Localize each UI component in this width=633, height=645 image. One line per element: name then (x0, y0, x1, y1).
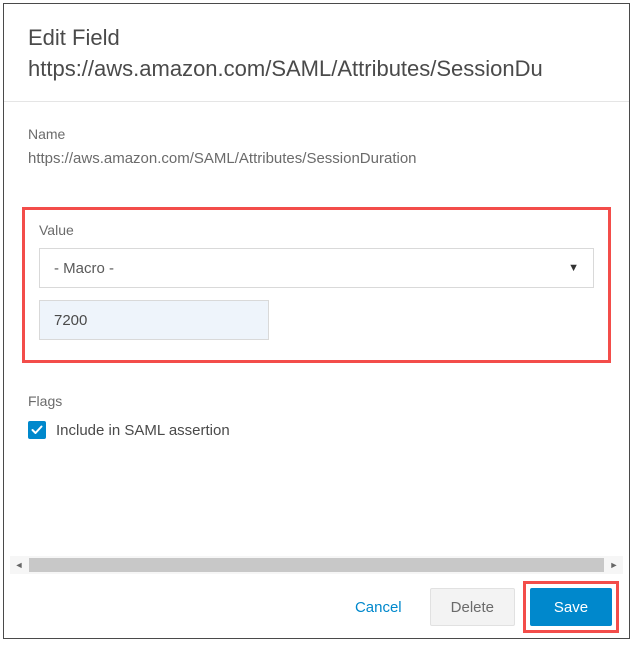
name-label: Name (28, 126, 605, 142)
chevron-down-icon: ▼ (568, 262, 579, 274)
flags-label: Flags (28, 393, 605, 409)
scroll-left-arrow[interactable]: ◄ (10, 556, 28, 574)
delete-button[interactable]: Delete (430, 588, 515, 626)
value-section-highlight: Value - Macro - ▼ (22, 207, 611, 363)
scroll-track[interactable] (29, 558, 604, 572)
save-button-highlight: Save (523, 581, 619, 633)
edit-field-dialog: Edit Field https://aws.amazon.com/SAML/A… (3, 3, 630, 639)
dialog-footer: Cancel Delete Save (4, 576, 629, 638)
dialog-title: Edit Field (28, 24, 605, 53)
dialog-header: Edit Field https://aws.amazon.com/SAML/A… (4, 4, 629, 102)
dialog-subtitle: https://aws.amazon.com/SAML/Attributes/S… (28, 55, 605, 84)
macro-dropdown[interactable]: - Macro - ▼ (39, 248, 594, 288)
cancel-button[interactable]: Cancel (335, 588, 422, 626)
checkbox-label: Include in SAML assertion (56, 422, 230, 439)
value-input[interactable] (39, 300, 269, 340)
scroll-right-arrow[interactable]: ► (605, 556, 623, 574)
horizontal-scrollbar[interactable]: ◄ ► (10, 556, 623, 574)
flags-section: Flags Include in SAML assertion (28, 393, 605, 439)
value-label: Value (39, 222, 594, 238)
include-saml-checkbox[interactable] (28, 421, 46, 439)
macro-dropdown-text: - Macro - (54, 260, 114, 277)
check-icon (31, 424, 43, 436)
save-button[interactable]: Save (530, 588, 612, 626)
name-value: https://aws.amazon.com/SAML/Attributes/S… (28, 150, 605, 167)
checkbox-row: Include in SAML assertion (28, 421, 605, 439)
